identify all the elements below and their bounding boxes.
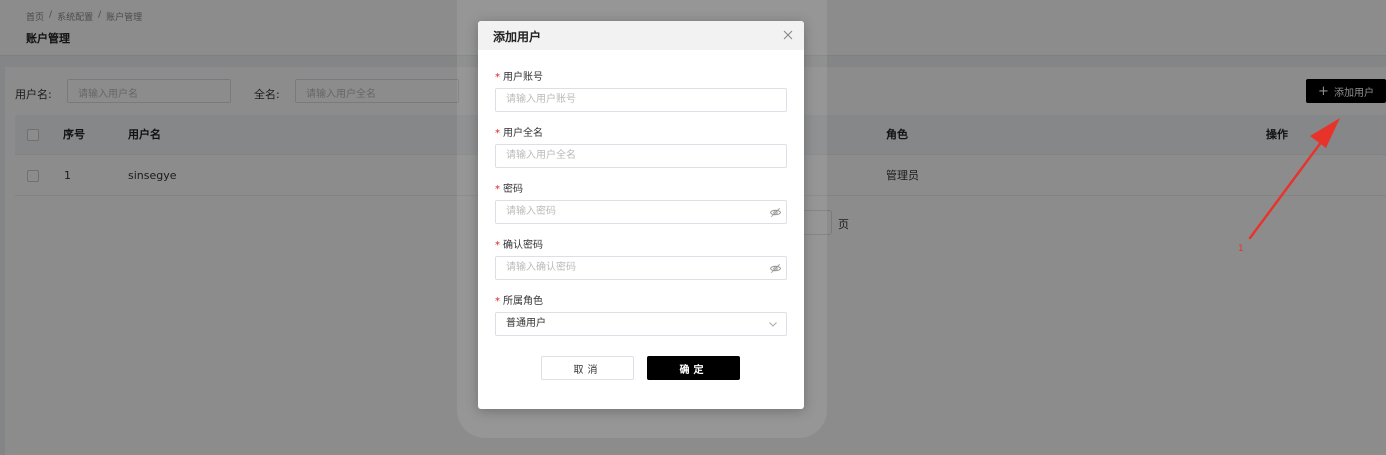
- add-user-dialog: 添加用户 * 用户账号 请输入用户账号 * 用户全名 请输入用户全名 * 密码 请输入…: [478, 21, 804, 409]
- required-mark: *: [495, 240, 500, 251]
- close-icon[interactable]: [781, 28, 795, 42]
- dialog-header: 添加用户: [478, 21, 804, 50]
- confirm-button[interactable]: 确定: [647, 356, 740, 380]
- account-input[interactable]: 请输入用户账号: [495, 88, 787, 112]
- confirm-password-input[interactable]: 请输入确认密码: [495, 256, 787, 280]
- dialog-title: 添加用户: [493, 30, 542, 44]
- password-label-text: 密码: [503, 184, 523, 195]
- cancel-button[interactable]: 取消: [541, 356, 634, 380]
- account-label-text: 用户账号: [503, 72, 543, 83]
- role-select-value: 普通用户: [506, 318, 546, 329]
- role-label-text: 所属角色: [503, 296, 543, 307]
- password-label: * 密码: [495, 180, 523, 195]
- confirm-password-label: * 确认密码: [495, 236, 543, 251]
- annotation-number: 1: [1238, 244, 1244, 254]
- eye-off-icon[interactable]: [769, 262, 782, 275]
- chevron-down-icon: [769, 322, 777, 327]
- required-mark: *: [495, 296, 500, 307]
- password-placeholder: 请输入密码: [506, 206, 556, 217]
- required-mark: *: [495, 72, 500, 83]
- fullname-label: * 用户全名: [495, 124, 543, 139]
- confirm-password-placeholder: 请输入确认密码: [506, 262, 576, 273]
- password-input[interactable]: 请输入密码: [495, 200, 787, 224]
- account-label: * 用户账号: [495, 68, 543, 83]
- confirm-password-label-text: 确认密码: [503, 240, 543, 251]
- annotation-arrow-icon: [1248, 118, 1340, 240]
- role-label: * 所属角色: [495, 292, 543, 307]
- required-mark: *: [495, 184, 500, 195]
- required-mark: *: [495, 128, 500, 139]
- fullname-label-text: 用户全名: [503, 128, 543, 139]
- fullname-input[interactable]: 请输入用户全名: [495, 144, 787, 168]
- eye-off-icon[interactable]: [769, 206, 782, 219]
- role-select[interactable]: 普通用户: [495, 312, 787, 336]
